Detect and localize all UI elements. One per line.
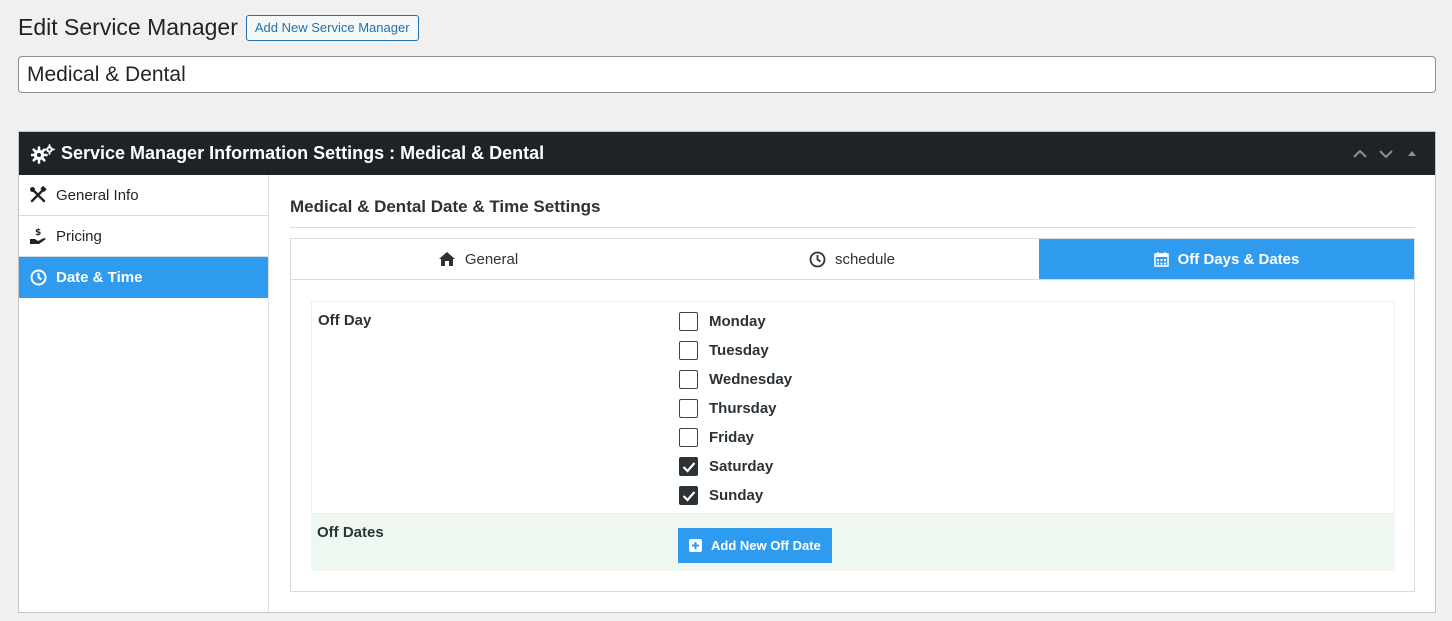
- calendar-icon: [1153, 252, 1169, 267]
- checkbox-saturday[interactable]: [679, 457, 698, 476]
- tab-label: Off Days & Dates: [1177, 250, 1300, 268]
- chevron-up-icon[interactable]: [1351, 145, 1369, 163]
- tabs-container: General schedule Off Days & Dates Off Da…: [290, 238, 1415, 592]
- checkbox-monday[interactable]: [679, 312, 698, 331]
- off-days-form: Off Day Monday Tuesday Wednesday Thursda…: [311, 301, 1395, 571]
- add-new-service-manager-button[interactable]: Add New Service Manager: [245, 14, 419, 41]
- add-new-off-date-button[interactable]: Add New Off Date: [678, 528, 832, 563]
- off-day-label: Off Day: [318, 312, 372, 329]
- hand-coin-icon: $: [29, 227, 47, 245]
- day-wednesday[interactable]: Wednesday: [679, 365, 792, 394]
- day-label: Thursday: [709, 400, 777, 417]
- checkmark-icon: [682, 490, 695, 502]
- sidebar-item-pricing[interactable]: $ Pricing: [19, 216, 268, 257]
- checkbox-tuesday[interactable]: [679, 341, 698, 360]
- day-label: Monday: [709, 313, 766, 330]
- checkbox-friday[interactable]: [679, 428, 698, 447]
- clock-icon: [29, 269, 47, 287]
- page-header: Edit Service Manager Add New Service Man…: [18, 14, 419, 41]
- sidebar-item-label: General Info: [56, 186, 139, 204]
- home-icon: [438, 252, 455, 266]
- tab-label: General: [464, 250, 519, 268]
- day-tuesday[interactable]: Tuesday: [679, 336, 792, 365]
- section-title: Medical & Dental Date & Time Settings: [290, 197, 601, 216]
- checkbox-wednesday[interactable]: [679, 370, 698, 389]
- day-thursday[interactable]: Thursday: [679, 394, 792, 423]
- sidebar-item-date-time[interactable]: Date & Time: [19, 257, 268, 298]
- day-checkbox-list: Monday Tuesday Wednesday Thursday Friday…: [679, 307, 792, 510]
- sidebar-item-label: Pricing: [56, 227, 102, 245]
- add-new-off-date-label: Add New Off Date: [711, 538, 821, 553]
- panel-header: Service Manager Information Settings : M…: [19, 132, 1435, 175]
- day-saturday[interactable]: Saturday: [679, 452, 792, 481]
- day-label: Tuesday: [709, 342, 769, 359]
- settings-panel: Service Manager Information Settings : M…: [18, 131, 1436, 613]
- checkbox-sunday[interactable]: [679, 486, 698, 505]
- settings-sidebar: General Info $ Pricing Date & Time: [19, 175, 269, 612]
- cogs-icon: [31, 143, 55, 164]
- tab-bar: General schedule Off Days & Dates: [291, 239, 1414, 280]
- day-label: Friday: [709, 429, 755, 446]
- svg-text:$: $: [35, 228, 41, 238]
- clock-icon: [809, 251, 826, 267]
- off-day-row: Off Day Monday Tuesday Wednesday Thursda…: [311, 301, 1395, 514]
- post-title-input[interactable]: [18, 56, 1436, 93]
- tab-off-days-dates[interactable]: Off Days & Dates: [1039, 239, 1414, 279]
- page-title: Edit Service Manager: [18, 14, 238, 40]
- panel-controls: [1351, 145, 1435, 163]
- day-friday[interactable]: Friday: [679, 423, 792, 452]
- sidebar-item-general-info[interactable]: General Info: [19, 175, 268, 216]
- off-dates-label: Off Dates: [317, 524, 384, 541]
- settings-content: Medical & Dental Date & Time Settings Ge…: [270, 175, 1435, 612]
- tab-schedule[interactable]: schedule: [665, 239, 1039, 279]
- checkbox-thursday[interactable]: [679, 399, 698, 418]
- tools-icon: [29, 186, 47, 204]
- off-dates-row: Off Dates Add New Off Date: [311, 514, 1395, 571]
- checkmark-icon: [682, 461, 695, 473]
- day-label: Wednesday: [709, 371, 793, 388]
- day-label: Saturday: [709, 458, 774, 475]
- plus-square-icon: [689, 539, 702, 552]
- panel-title: Service Manager Information Settings : M…: [61, 143, 545, 163]
- tab-general[interactable]: General: [291, 239, 665, 279]
- divider: [290, 227, 1415, 228]
- chevron-down-icon[interactable]: [1377, 145, 1395, 163]
- sidebar-item-label: Date & Time: [56, 269, 143, 286]
- triangle-up-icon[interactable]: [1403, 145, 1421, 163]
- tab-label: schedule: [834, 250, 896, 268]
- day-sunday[interactable]: Sunday: [679, 481, 792, 510]
- day-monday[interactable]: Monday: [679, 307, 792, 336]
- day-label: Sunday: [709, 487, 764, 504]
